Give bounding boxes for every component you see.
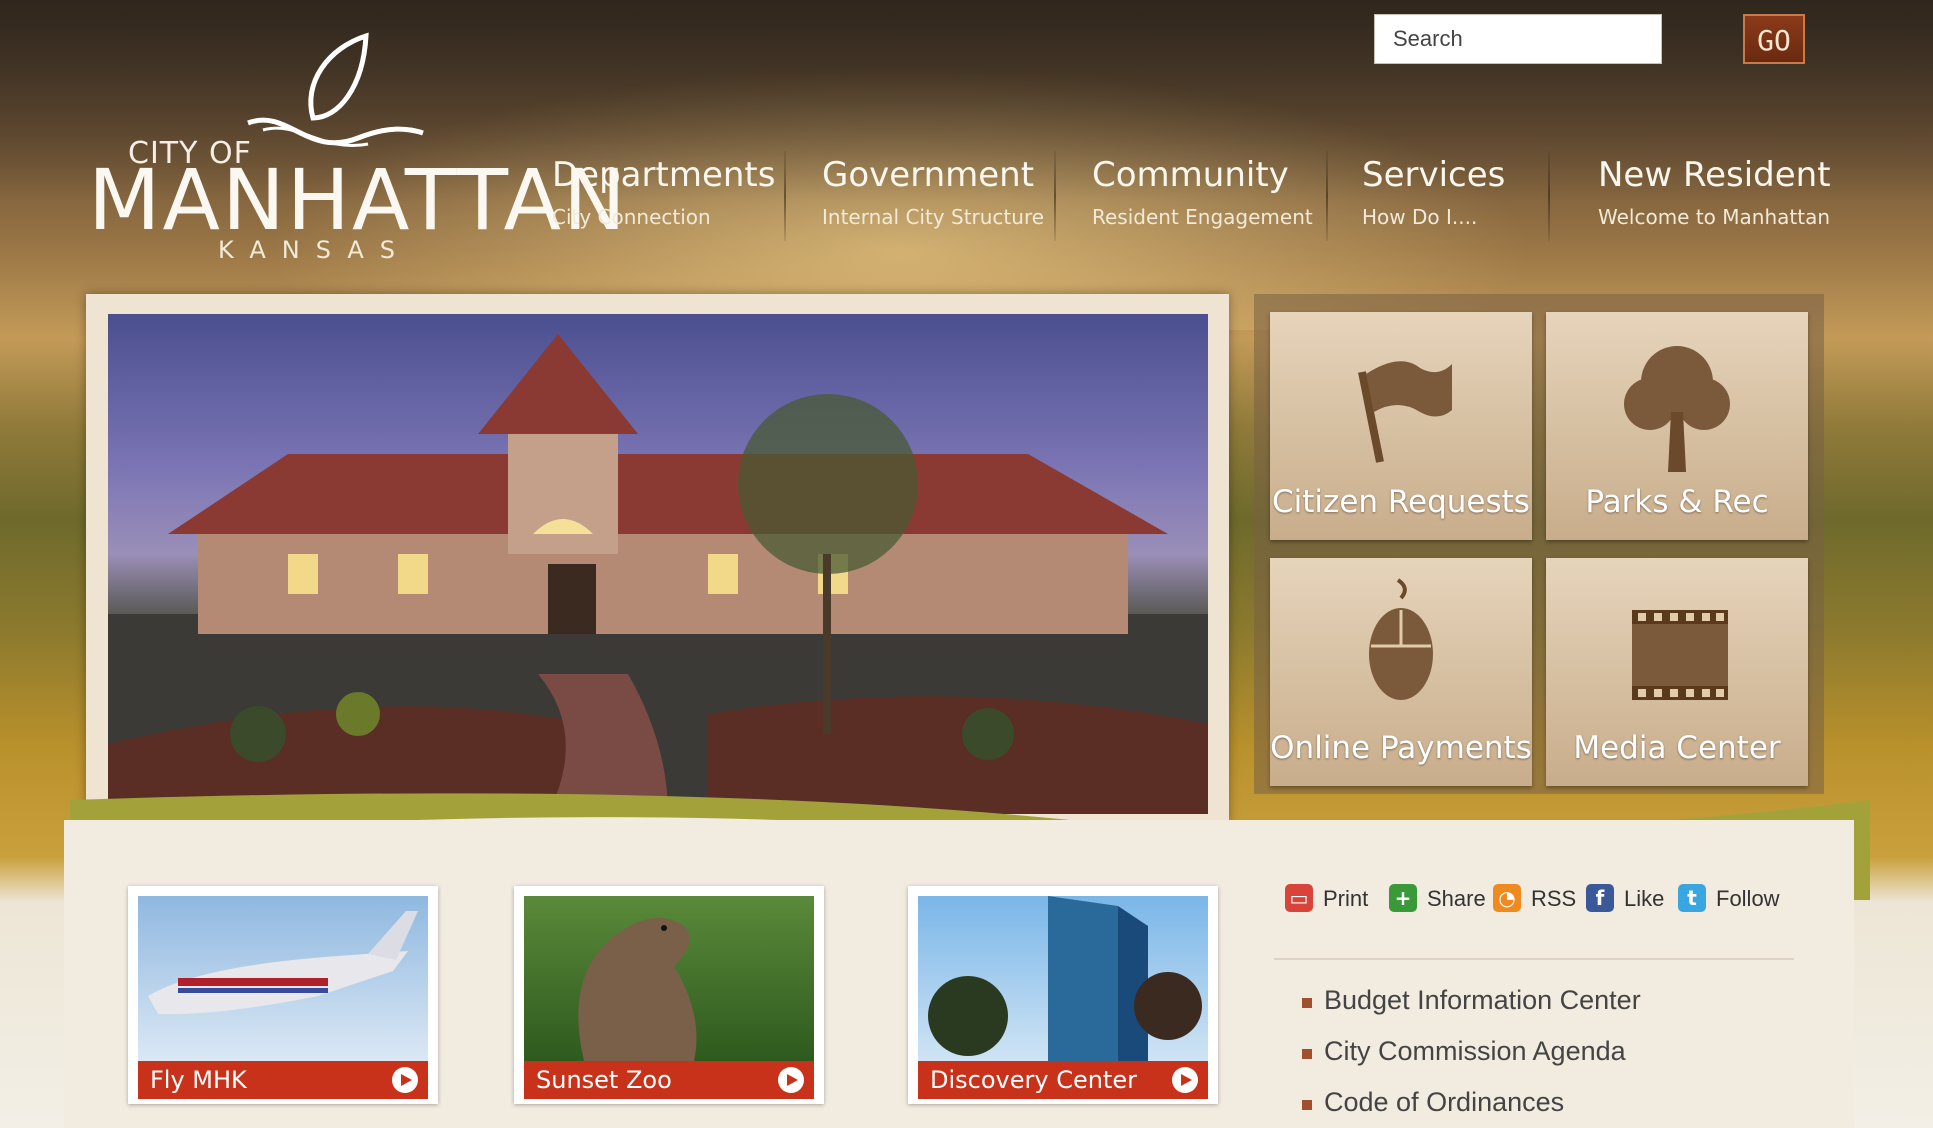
feature-label: Discovery Center bbox=[930, 1066, 1137, 1094]
link-label: City Commission Agenda bbox=[1324, 1036, 1626, 1066]
feature-label-bar[interactable]: Fly MHK bbox=[138, 1061, 428, 1099]
nav-item-departments[interactable]: Departments City Connection bbox=[552, 155, 775, 245]
nav-item-services[interactable]: Services How Do I.... bbox=[1362, 155, 1505, 245]
feature-image bbox=[138, 896, 428, 1061]
nav-item-new-resident[interactable]: New Resident Welcome to Manhattan bbox=[1598, 155, 1831, 245]
search-input[interactable] bbox=[1374, 14, 1662, 64]
quick-tiles-panel: Citizen Requests Parks & Rec Online Paym… bbox=[1254, 294, 1824, 794]
feature-fly-mhk[interactable]: Fly MHK bbox=[128, 886, 438, 1104]
feature-image bbox=[524, 896, 814, 1061]
bullet-icon bbox=[1302, 1049, 1312, 1059]
feature-image bbox=[918, 896, 1208, 1061]
play-icon[interactable] bbox=[392, 1067, 418, 1093]
hero-photo-train-depot[interactable] bbox=[108, 314, 1208, 814]
feature-label-bar[interactable]: Discovery Center bbox=[918, 1061, 1208, 1099]
social-label: Print bbox=[1323, 886, 1369, 911]
tile-label: Media Center bbox=[1573, 730, 1781, 766]
logo-city-name: MANHATTAN bbox=[88, 151, 628, 249]
share-icon: + bbox=[1389, 884, 1417, 912]
link-label: Code of Ordinances bbox=[1324, 1087, 1565, 1117]
logo-state: KANSAS bbox=[218, 236, 412, 264]
social-label: Share bbox=[1427, 886, 1486, 911]
feature-label: Fly MHK bbox=[150, 1066, 247, 1094]
nav-title: Services bbox=[1362, 155, 1506, 195]
nav-subtitle: Welcome to Manhattan bbox=[1598, 205, 1831, 229]
tile-parks-rec[interactable]: Parks & Rec bbox=[1546, 312, 1808, 540]
nav-title: Community bbox=[1092, 155, 1289, 195]
bullet-icon bbox=[1302, 998, 1312, 1008]
nav-divider bbox=[1548, 151, 1550, 241]
nav-subtitle: Internal City Structure bbox=[822, 205, 1045, 229]
play-icon[interactable] bbox=[1172, 1067, 1198, 1093]
facebook-icon: f bbox=[1586, 884, 1614, 912]
nav-divider bbox=[1054, 151, 1056, 241]
nav-subtitle: City Connection bbox=[552, 205, 711, 229]
link-label: Budget Information Center bbox=[1324, 985, 1641, 1015]
page: CITY OF MANHATTAN KANSAS GO Departments … bbox=[0, 0, 1933, 1128]
nav-title: New Resident bbox=[1598, 155, 1831, 195]
rss-icon: ◔ bbox=[1493, 884, 1521, 912]
leaf-icon bbox=[247, 32, 424, 147]
nav-item-government[interactable]: Government Internal City Structure bbox=[822, 155, 1044, 245]
nav-divider bbox=[1326, 151, 1328, 241]
nav-title: Departments bbox=[552, 155, 776, 195]
social-label: Like bbox=[1624, 886, 1665, 911]
tile-label: Online Payments bbox=[1270, 730, 1532, 766]
feature-label: Sunset Zoo bbox=[536, 1066, 672, 1094]
nav-title: Government bbox=[822, 155, 1035, 195]
feature-sunset-zoo[interactable]: Sunset Zoo bbox=[514, 886, 824, 1104]
social-label: Follow bbox=[1716, 886, 1780, 911]
city-logo[interactable]: CITY OF MANHATTAN KANSAS bbox=[88, 28, 626, 268]
nav-item-community[interactable]: Community Resident Engagement bbox=[1092, 155, 1313, 245]
depot-illustration bbox=[108, 334, 1208, 814]
tile-media-center[interactable]: Media Center bbox=[1546, 558, 1808, 786]
feature-label-bar[interactable]: Sunset Zoo bbox=[524, 1061, 814, 1099]
bullet-icon bbox=[1302, 1100, 1312, 1110]
twitter-icon: t bbox=[1678, 884, 1706, 912]
wave-edge bbox=[64, 817, 1854, 860]
tile-online-payments[interactable]: Online Payments bbox=[1270, 558, 1532, 786]
social-label: RSS bbox=[1531, 886, 1577, 911]
feature-discovery-center[interactable]: Discovery Center bbox=[908, 886, 1218, 1104]
tile-label: Citizen Requests bbox=[1272, 484, 1530, 520]
tile-citizen-requests[interactable]: Citizen Requests bbox=[1270, 312, 1532, 540]
print-icon: ▭ bbox=[1285, 884, 1313, 912]
divider bbox=[1274, 958, 1794, 960]
nav-subtitle: How Do I.... bbox=[1362, 205, 1478, 229]
search-go-button[interactable]: GO bbox=[1743, 14, 1805, 64]
tile-label: Parks & Rec bbox=[1585, 484, 1769, 520]
nav-subtitle: Resident Engagement bbox=[1092, 205, 1313, 229]
hero-frame bbox=[86, 294, 1229, 824]
play-icon[interactable] bbox=[778, 1067, 804, 1093]
nav-divider bbox=[784, 151, 786, 241]
